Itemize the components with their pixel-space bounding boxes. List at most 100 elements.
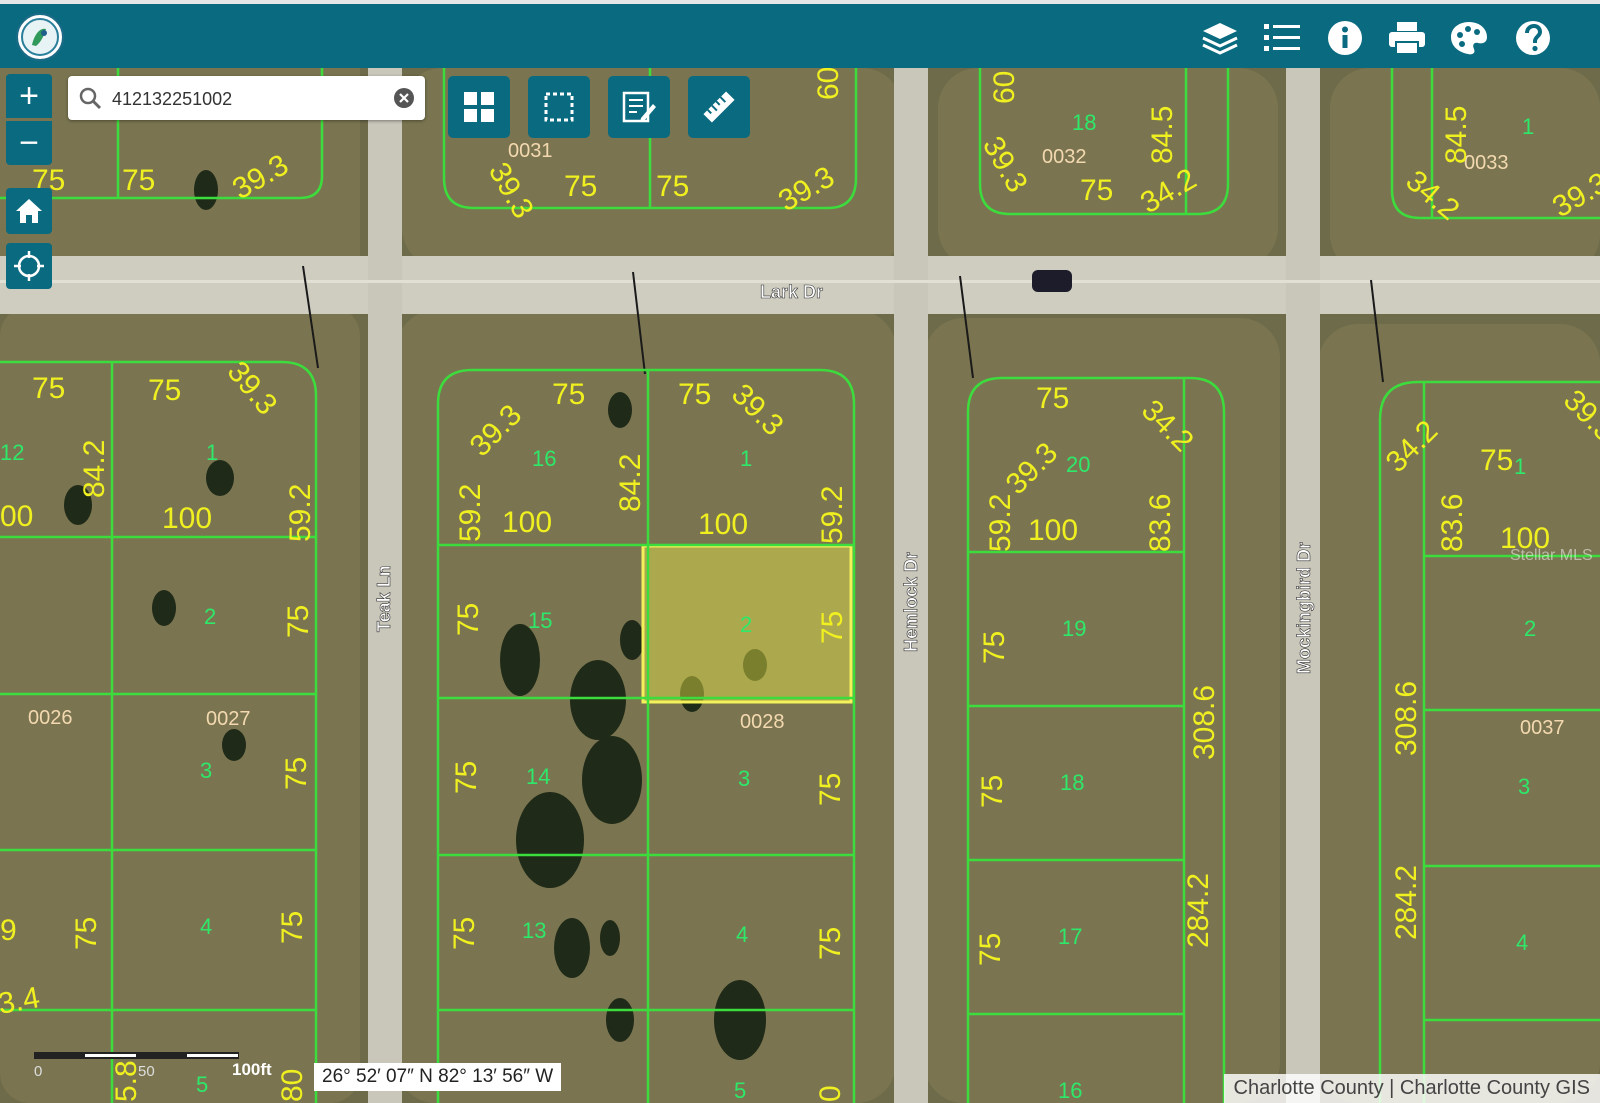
home-icon	[14, 197, 44, 225]
lot-number: 1	[1514, 454, 1526, 479]
lot-number: 18	[1060, 770, 1084, 795]
grid-tool-icon	[462, 90, 496, 124]
grid-tool-button[interactable]	[448, 76, 510, 138]
help-icon[interactable]	[1513, 18, 1553, 58]
select-area-button[interactable]	[528, 76, 590, 138]
search-icon[interactable]	[78, 86, 102, 110]
info-icon[interactable]	[1325, 18, 1365, 58]
report-edit-button[interactable]	[608, 76, 670, 138]
dimension-label: 59.2	[816, 486, 849, 544]
block-label: 0037	[1520, 717, 1565, 739]
lot-number: 5	[734, 1078, 746, 1103]
measure-button[interactable]	[688, 76, 750, 138]
home-button[interactable]	[6, 188, 52, 234]
dimension-label: 100	[1028, 514, 1078, 547]
dimension-label: 59.2	[284, 484, 317, 542]
dimension-label: 75	[452, 603, 485, 636]
dimension-label: 100	[502, 506, 552, 539]
scale-tick: 0	[34, 1063, 42, 1078]
dimension-label: 0	[814, 1085, 847, 1102]
logo-emblem-icon	[18, 15, 62, 59]
dimension-label: 308.6	[1390, 681, 1423, 756]
dimension-label: 00	[0, 500, 33, 533]
dimension-label: 75	[148, 374, 181, 407]
lot-number: 3	[1518, 774, 1530, 799]
dimension-label: 75	[1480, 444, 1513, 477]
zoom-out-button[interactable]: −	[6, 121, 52, 165]
street-label-lark: Lark Dr	[760, 282, 823, 302]
watermark: Stellar MLS	[1510, 547, 1593, 564]
block-label: 0026	[28, 707, 73, 729]
block-label: 0031	[508, 140, 553, 162]
dimension-label: 100	[698, 508, 748, 541]
lot-number: 2	[1524, 616, 1536, 641]
dimension-label: 75	[656, 170, 689, 203]
dimension-label: 75	[276, 911, 309, 944]
dimension-label: 9	[0, 914, 17, 947]
dimension-label: 75	[282, 605, 315, 638]
locate-button[interactable]	[6, 243, 52, 289]
basemap-palette-icon[interactable]	[1449, 18, 1489, 58]
lot-number: 13	[522, 918, 546, 943]
zoom-in-button[interactable]: +	[6, 74, 52, 118]
scale-bar: 0 50	[34, 1048, 244, 1078]
dimension-label: 75	[976, 775, 1009, 808]
dimension-label: 83.6	[1436, 494, 1469, 552]
legend-list-icon[interactable]	[1262, 18, 1302, 58]
lot-number: 16	[532, 446, 556, 471]
street-label-teak: Teak Ln	[374, 565, 394, 632]
dimension-label: 59.2	[984, 494, 1017, 552]
street-label-mockingbird: Mockingbird Dr	[1294, 542, 1314, 674]
dimension-label: 75	[1080, 174, 1113, 207]
county-logo[interactable]	[16, 13, 64, 61]
select-area-icon	[542, 90, 576, 124]
lot-number: 14	[526, 764, 550, 789]
car	[1032, 270, 1072, 292]
lot-number: 15	[528, 608, 552, 633]
dimension-label: 60	[812, 68, 845, 100]
search-box	[68, 76, 425, 120]
lot-number: 2	[204, 604, 216, 629]
dimension-label: 308.6	[1188, 685, 1221, 760]
dimension-label: 84.5	[1440, 106, 1473, 164]
map-attribution: Charlotte County | Charlotte County GIS	[1224, 1074, 1600, 1103]
dimension-label: 75	[32, 372, 65, 405]
dimension-label: 59.2	[454, 484, 487, 542]
lot-number: 16	[1058, 1078, 1082, 1103]
top-toolbar	[0, 0, 1600, 68]
dimension-label: 75	[814, 927, 847, 960]
coordinate-readout: 26° 52′ 07″ N 82° 13′ 56″ W	[314, 1063, 561, 1091]
dimension-label: 83.6	[1144, 494, 1177, 552]
block-label: 0027	[206, 708, 251, 730]
scale-label: 100ft	[232, 1060, 272, 1080]
dimension-label: 75	[450, 761, 483, 794]
report-edit-icon	[621, 90, 657, 124]
measure-ruler-icon	[701, 89, 737, 125]
dimension-label: 75	[978, 631, 1011, 664]
dimension-label: 84.2	[614, 454, 647, 512]
parcel-map[interactable]: Lark Dr Teak Ln Hemlock Dr Mockingbird D…	[0, 68, 1600, 1103]
lot-number: 1	[740, 446, 752, 471]
scale-tick: 50	[138, 1063, 155, 1078]
clear-icon[interactable]	[393, 87, 415, 109]
search-input[interactable]	[110, 86, 384, 112]
dimension-label: 75	[1036, 382, 1069, 415]
dimension-label: 75	[280, 757, 313, 790]
lot-number: 1	[206, 440, 218, 465]
dimension-label: 75	[552, 378, 585, 411]
print-icon[interactable]	[1387, 18, 1427, 58]
dimension-label: 284.2	[1390, 865, 1423, 940]
layers-icon[interactable]	[1200, 18, 1240, 58]
street-label-hemlock: Hemlock Dr	[901, 552, 921, 652]
dimension-label: 80	[276, 1069, 309, 1102]
lot-number: 4	[200, 914, 212, 939]
dimension-label: 75	[122, 164, 155, 197]
block-label: 0032	[1042, 146, 1087, 168]
dimension-label: 284.2	[1182, 873, 1215, 948]
lot-number: 17	[1058, 924, 1082, 949]
dimension-label: 84.2	[78, 440, 111, 498]
dimension-label: 75	[814, 773, 847, 806]
lot-number: 20	[1066, 452, 1090, 477]
locate-icon	[13, 250, 45, 282]
dimension-label: 75	[70, 917, 103, 950]
